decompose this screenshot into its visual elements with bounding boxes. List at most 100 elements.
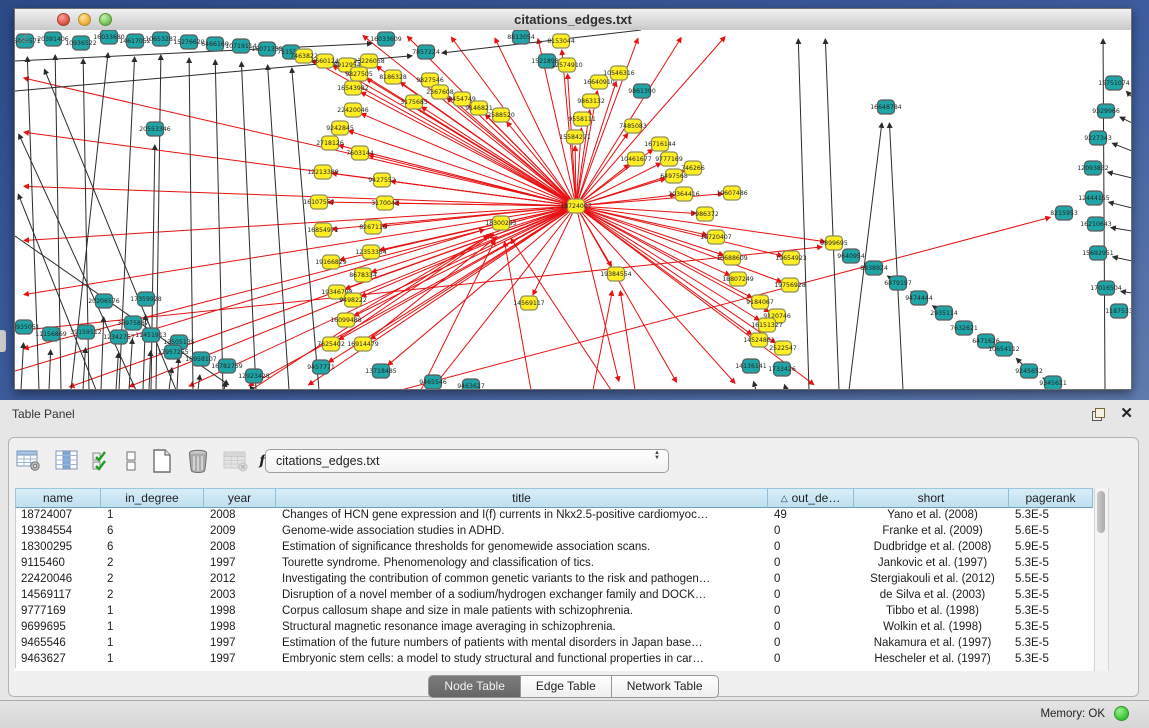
network-node[interactable]: 9465546 bbox=[419, 375, 447, 389]
network-node[interactable]: 17016504 bbox=[1090, 281, 1122, 295]
network-node[interactable]: 12342757 bbox=[103, 330, 135, 344]
network-node[interactable]: 15276620 bbox=[173, 35, 205, 49]
network-node[interactable]: 16720407 bbox=[700, 230, 732, 244]
column-header-name[interactable]: name bbox=[15, 488, 101, 508]
network-node[interactable]: 9427552 bbox=[368, 173, 396, 187]
network-node[interactable]: 8215953 bbox=[1050, 206, 1078, 220]
network-node[interactable]: 6879197 bbox=[884, 276, 912, 290]
network-node[interactable]: 10936522 bbox=[65, 36, 97, 50]
table-row[interactable]: 1830029562008Estimation of significance … bbox=[16, 540, 1094, 556]
network-window[interactable]: citations_edges.txt 16405571203914061093… bbox=[14, 8, 1132, 390]
network-node[interactable]: 9463627 bbox=[457, 379, 485, 389]
network-node[interactable]: 9245652 bbox=[1015, 364, 1043, 378]
sort-ascending-icon: △ bbox=[781, 493, 788, 504]
network-node[interactable]: 14136141 bbox=[735, 359, 767, 373]
network-node[interactable]: 10688609 bbox=[716, 251, 748, 265]
network-node[interactable]: 16716144 bbox=[644, 137, 676, 151]
column-header-out-de[interactable]: △out_de… bbox=[768, 488, 854, 508]
network-edge bbox=[24, 186, 576, 206]
network-node[interactable]: 19654923 bbox=[775, 251, 807, 265]
table-row[interactable]: 969969511998Structural magnetic resonanc… bbox=[16, 620, 1094, 636]
network-node[interactable]: 8186328 bbox=[379, 70, 407, 84]
network-node[interactable]: 3170043 bbox=[371, 196, 399, 210]
network-node[interactable]: 13718485 bbox=[365, 364, 397, 378]
network-window-titlebar[interactable]: citations_edges.txt bbox=[15, 9, 1131, 31]
cell-name: 9699695 bbox=[16, 620, 102, 636]
network-node[interactable]: 1733426 bbox=[768, 362, 796, 376]
network-node[interactable]: 10546316 bbox=[603, 66, 635, 80]
network-node[interactable]: 9242845 bbox=[326, 121, 354, 135]
tab-node-table[interactable]: Node Table bbox=[428, 675, 521, 698]
column-header-short[interactable]: short bbox=[854, 488, 1009, 508]
network-node[interactable]: 9640954 bbox=[837, 249, 865, 263]
network-node[interactable]: 9861390 bbox=[628, 84, 656, 98]
network-node[interactable]: 15692951 bbox=[1082, 246, 1114, 260]
window-resize-grip[interactable] bbox=[15, 30, 29, 44]
tab-edge-table[interactable]: Edge Table bbox=[521, 675, 612, 698]
network-node[interactable]: 9457771 bbox=[307, 360, 335, 374]
column-header-title[interactable]: title bbox=[276, 488, 768, 508]
network-node[interactable]: 1187533 bbox=[1105, 304, 1131, 318]
network-node[interactable]: 746266 bbox=[681, 161, 705, 175]
network-node[interactable]: 20364416 bbox=[668, 187, 700, 201]
network-node[interactable]: 16854972 bbox=[307, 223, 339, 237]
network-node[interactable]: 14569117 bbox=[513, 296, 545, 310]
column-header-in-degree[interactable]: in_degree bbox=[101, 488, 204, 508]
network-node[interactable]: 9899695 bbox=[820, 236, 848, 250]
network-node[interactable]: 20391406 bbox=[37, 32, 69, 46]
network-node[interactable]: 8267110 bbox=[359, 220, 387, 234]
network-node[interactable]: 16033609 bbox=[370, 32, 402, 46]
network-node[interactable]: 9863132 bbox=[577, 94, 605, 108]
network-node[interactable]: 12213389 bbox=[307, 165, 339, 179]
sidebar-collapse-handle[interactable] bbox=[0, 330, 6, 352]
svg-text:8153044: 8153044 bbox=[547, 38, 575, 45]
svg-text:8267110: 8267110 bbox=[359, 224, 387, 231]
network-node[interactable]: 20553346 bbox=[139, 122, 171, 136]
table-settings-icon[interactable] bbox=[9, 446, 49, 476]
network-node[interactable]: 12444155 bbox=[1078, 191, 1110, 205]
network-node[interactable]: 10607486 bbox=[716, 186, 748, 200]
column-header-pagerank[interactable]: pagerank bbox=[1009, 488, 1093, 508]
select-all-icon[interactable] bbox=[85, 446, 118, 476]
import-table-icon[interactable] bbox=[216, 446, 256, 476]
new-table-icon[interactable] bbox=[144, 446, 180, 476]
table-vertical-scrollbar[interactable] bbox=[1094, 488, 1109, 671]
network-node[interactable]: 9474444 bbox=[905, 291, 933, 305]
table-row[interactable]: 911546021997Tourette syndrome. Phenomeno… bbox=[16, 556, 1094, 572]
float-panel-icon[interactable] bbox=[1092, 408, 1105, 421]
table-row[interactable]: 1872400712008Changes of HCN gene express… bbox=[16, 508, 1094, 524]
network-node[interactable]: 8678334 bbox=[349, 268, 377, 282]
table-row[interactable]: 1938455462009Genome-wide association stu… bbox=[16, 524, 1094, 540]
network-node[interactable]: 12353354 bbox=[355, 245, 387, 259]
network-node[interactable]: 11451913 bbox=[135, 328, 167, 342]
column-visibility-icon[interactable] bbox=[49, 446, 85, 476]
network-node[interactable]: 2718126 bbox=[316, 136, 344, 150]
scrollbar-thumb[interactable] bbox=[1097, 491, 1105, 533]
network-node[interactable]: 9329966 bbox=[1092, 104, 1120, 118]
table-row[interactable]: 1456911722003Disruption of a novel membe… bbox=[16, 588, 1094, 604]
cell-pagerank: 5.3E-5 bbox=[1010, 636, 1094, 652]
tab-network-table[interactable]: Network Table bbox=[612, 675, 719, 698]
column-header-year[interactable]: year bbox=[204, 488, 276, 508]
network-node[interactable]: 8153044 bbox=[547, 34, 575, 48]
table-row[interactable]: 946554611997Estimation of the future num… bbox=[16, 636, 1094, 652]
network-node[interactable]: 16099488 bbox=[330, 313, 362, 327]
table-row[interactable]: 946362711997Embryonic stem cells: a mode… bbox=[16, 652, 1094, 668]
network-node[interactable]: 7632621 bbox=[950, 321, 978, 335]
network-node[interactable]: 7986372 bbox=[691, 207, 719, 221]
table-row[interactable]: 977716911998Corpus callosum shape and si… bbox=[16, 604, 1094, 620]
table-row[interactable]: 2242004622012Investigating the contribut… bbox=[16, 572, 1094, 588]
close-panel-icon[interactable]: ✕ bbox=[1120, 404, 1133, 422]
network-node[interactable]: 16210643 bbox=[1080, 217, 1112, 231]
network-canvas[interactable]: 1640557120391406109365221603368014617052… bbox=[15, 30, 1131, 389]
network-node[interactable]: 16648784 bbox=[870, 100, 902, 114]
table-select-dropdown[interactable]: citations_edges.txt ▲▼ bbox=[265, 449, 669, 473]
network-node[interactable]: 8813054 bbox=[507, 30, 535, 44]
network-node[interactable]: 16914479 bbox=[347, 337, 379, 351]
network-node[interactable]: 2935114 bbox=[930, 306, 958, 320]
network-node[interactable]: 7857224 bbox=[412, 45, 440, 59]
clear-selection-icon[interactable] bbox=[118, 446, 144, 476]
network-node[interactable]: 9227343 bbox=[1084, 131, 1112, 145]
memory-ok-indicator[interactable] bbox=[1114, 706, 1129, 721]
delete-table-icon[interactable] bbox=[180, 446, 216, 476]
